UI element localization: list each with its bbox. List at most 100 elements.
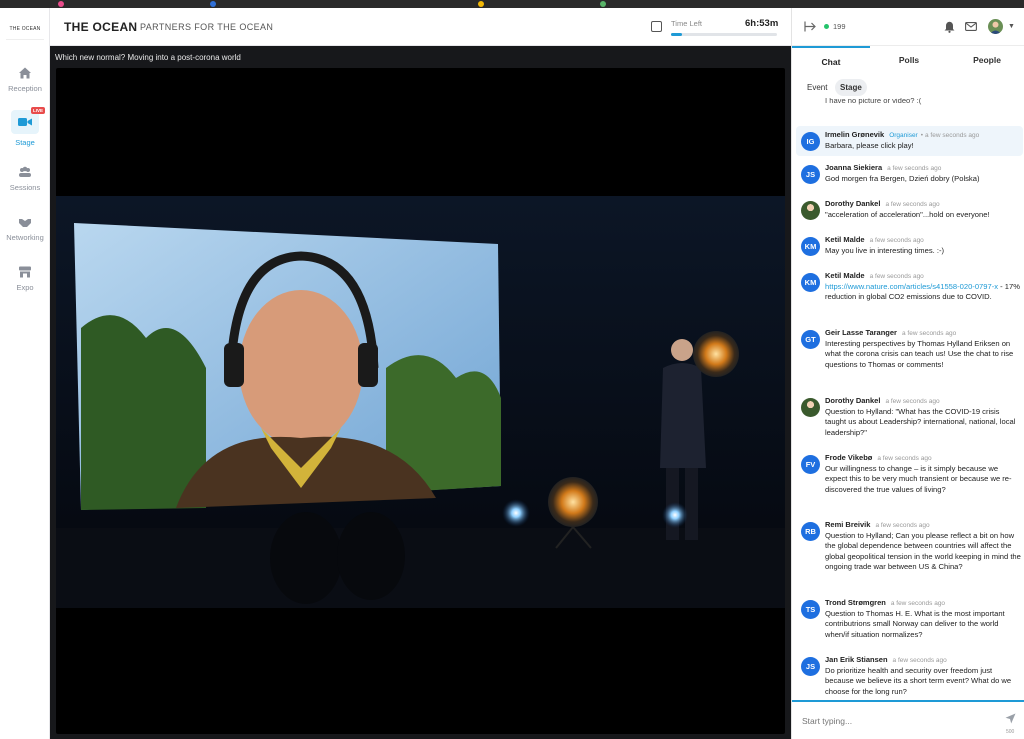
chevron-down-icon[interactable]: ▼ (1008, 23, 1015, 30)
message-author[interactable]: Dorothy Dankel (825, 396, 880, 405)
message-author[interactable]: Jan Erik Stiansen (825, 655, 888, 664)
message-header: Geir Lasse Taranger a few seconds ago (825, 328, 956, 337)
message-avatar[interactable]: TS (801, 600, 820, 619)
message-timestamp: a few seconds ago (869, 237, 924, 244)
message-body: Question to Thomas H. E. What is the mos… (825, 609, 1005, 639)
send-icon[interactable] (1005, 713, 1016, 724)
message-avatar[interactable]: GT (801, 330, 820, 349)
message-timestamp: a few seconds ago (925, 132, 980, 139)
browser-tab-icon[interactable] (58, 1, 64, 7)
subtab-event[interactable]: Event (802, 79, 832, 96)
message-header: Ketil Malde a few seconds ago (825, 235, 924, 244)
sidebar-item-sessions[interactable]: Sessions (0, 165, 50, 211)
message-timestamp: a few seconds ago (901, 330, 957, 337)
message-author[interactable]: Geir Lasse Taranger (825, 328, 897, 337)
message-avatar[interactable]: JS (801, 657, 820, 676)
chat-message: Dorothy Dankel a few seconds ago Question … (796, 396, 1023, 446)
message-link[interactable]: https://www.nature.com/articles/s41558-0… (825, 282, 998, 291)
message-author[interactable]: Irmelin Grønevik (825, 130, 884, 139)
message-avatar[interactable]: KM (801, 237, 820, 256)
online-count: 199 (833, 22, 846, 31)
sidebar-item-expo[interactable]: Expo (0, 265, 50, 311)
message-body: Question to Hylland; Can you please refl… (825, 531, 1021, 571)
message-text: https://www.nature.com/articles/s41558-0… (825, 282, 1021, 303)
chat-message-list[interactable]: I have no picture or video? :( IG Irmelin… (792, 98, 1024, 698)
browser-tab-icon[interactable] (600, 1, 606, 7)
message-body: God morgen fra Bergen, Dzień dobry (Pols… (825, 174, 980, 183)
user-avatar[interactable] (988, 19, 1003, 34)
chat-input[interactable] (802, 712, 992, 730)
sidebar-item-label: Stage (15, 138, 35, 147)
event-logo[interactable]: THE OCEAN (6, 18, 44, 40)
people-group-icon (19, 166, 31, 177)
message-timestamp: a few seconds ago (890, 600, 946, 607)
chat-message: Dorothy Dankel a few seconds ago "accelera… (796, 199, 1023, 229)
message-header: Irmelin Grønevik Organiser • a few seconds … (825, 130, 979, 139)
tab-people[interactable]: People (948, 46, 1024, 74)
mail-icon[interactable] (965, 22, 977, 31)
message-header: Joanna Siekiera a few seconds ago (825, 163, 941, 172)
browser-tab-icon[interactable] (210, 1, 216, 7)
browser-tab-strip (0, 0, 1024, 8)
message-author[interactable]: Dorothy Dankel (825, 199, 880, 208)
bell-icon[interactable] (944, 21, 955, 33)
message-timestamp: a few seconds ago (875, 522, 930, 529)
chat-message: KM Ketil Malde a few seconds ago May you li… (796, 235, 1023, 265)
subtab-stage[interactable]: Stage (835, 79, 867, 96)
tab-polls[interactable]: Polls (870, 46, 948, 74)
sidebar-item-label: Expo (16, 283, 34, 292)
chat-message: GT Geir Lasse Taranger a few seconds ago In… (796, 328, 1023, 388)
video-player[interactable] (56, 68, 785, 734)
message-avatar[interactable]: KM (801, 273, 820, 292)
message-author[interactable]: Remi Breivik (825, 520, 870, 529)
message-body: May you live in interesting times. :-) (825, 246, 945, 255)
sidebar-item-stage[interactable]: LIVE Stage (0, 107, 50, 156)
sidebar-item-networking[interactable]: Networking (0, 215, 50, 261)
stage-area: Which new normal? Moving into a post-cor… (50, 46, 791, 739)
chat-message: JS Joanna Siekiera a few seconds ago God mo… (796, 163, 1023, 193)
online-status-dot (824, 24, 829, 29)
calendar-icon (651, 21, 662, 32)
store-icon (19, 266, 31, 278)
chat-message: FV Frode Vikebø a few seconds ago Our willi… (796, 453, 1023, 513)
left-sidebar: THE OCEAN Reception LIVE Stage Sessions … (0, 8, 50, 739)
message-text: Barbara, please click play! (825, 141, 1021, 151)
event-title: THE OCEAN (64, 20, 138, 34)
tab-chat[interactable]: Chat (792, 46, 870, 74)
character-count: 500 (1006, 729, 1015, 735)
chat-subtabs: Event Stage (792, 78, 1024, 98)
message-header: Trond Strømgren a few seconds ago (825, 598, 945, 607)
message-header: Ketil Malde a few seconds ago (825, 271, 924, 280)
message-avatar[interactable]: IG (801, 132, 820, 151)
message-author[interactable]: Frode Vikebø (825, 453, 872, 462)
message-author[interactable]: Trond Strømgren (825, 598, 886, 607)
message-header: Remi Breivik a few seconds ago (825, 520, 930, 529)
stage-video-frame (56, 196, 785, 608)
message-author[interactable]: Ketil Malde (825, 235, 865, 244)
message-avatar[interactable] (801, 201, 820, 220)
sidebar-item-reception[interactable]: Reception (0, 66, 50, 112)
message-text: May you live in interesting times. :-) (825, 246, 1021, 256)
message-author[interactable]: Ketil Malde (825, 271, 865, 280)
message-text: Interesting perspectives by Thomas Hylla… (825, 339, 1021, 370)
message-body: Do prioritize health and security over f… (825, 666, 1012, 696)
chat-message: RB Remi Breivik a few seconds ago Question … (796, 520, 1023, 590)
message-body: Our willingness to change – is it simply… (825, 464, 1012, 494)
message-avatar[interactable]: FV (801, 455, 820, 474)
home-icon (19, 67, 31, 79)
message-avatar[interactable]: JS (801, 165, 820, 184)
message-avatar[interactable]: RB (801, 522, 820, 541)
exit-icon[interactable] (804, 21, 816, 32)
message-timestamp: a few seconds ago (892, 657, 947, 664)
message-avatar[interactable] (801, 398, 820, 417)
message-author[interactable]: Joanna Siekiera (825, 163, 882, 172)
author-role-badge: Organiser (889, 132, 918, 139)
browser-tab-icon[interactable] (478, 1, 484, 7)
message-text: Question to Thomas H. E. What is the mos… (825, 609, 1021, 640)
message-text: Our willingness to change – is it simply… (825, 464, 1021, 495)
message-header: Dorothy Dankel a few seconds ago (825, 199, 940, 208)
message-timestamp: a few seconds ago (887, 165, 942, 172)
event-subtitle: PARTNERS FOR THE OCEAN (140, 22, 274, 32)
message-timestamp: a few seconds ago (869, 273, 924, 280)
message-header: Jan Erik Stiansen a few seconds ago (825, 655, 947, 664)
